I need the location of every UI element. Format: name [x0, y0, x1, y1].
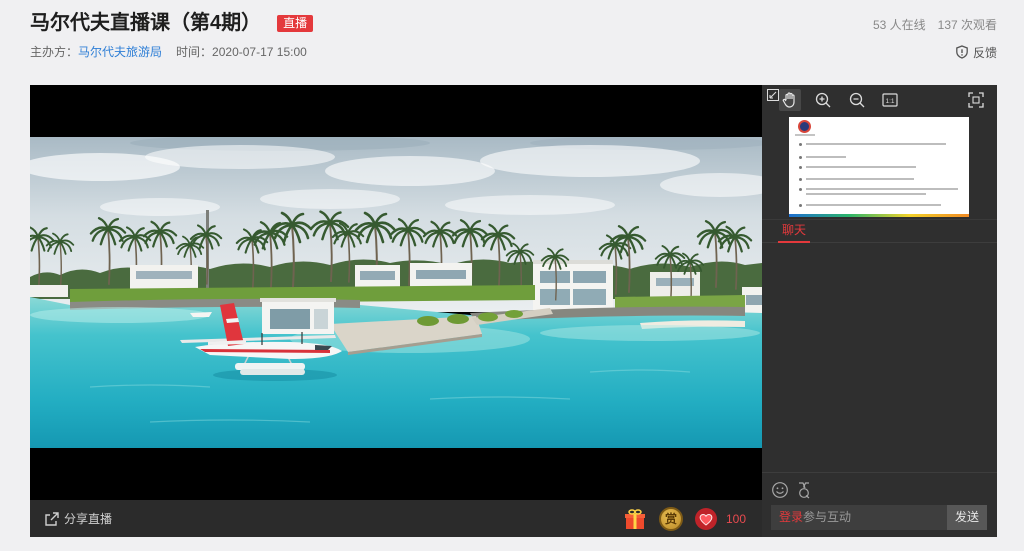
actual-size-icon: 1:1 — [882, 93, 898, 107]
start-time: 2020-07-17 15:00 — [212, 45, 307, 59]
tab-chat[interactable]: 聊天 — [778, 220, 811, 243]
video-frame[interactable] — [30, 137, 762, 448]
gift-icon[interactable] — [624, 508, 646, 530]
chat-composer: 登录参与互动 发送 — [762, 472, 997, 537]
slide-text-line — [806, 204, 941, 206]
title-row: 马尔代夫直播课（第4期） 直播 — [30, 9, 314, 37]
engagement-actions: 赏 100 — [624, 500, 746, 537]
chat-tabs: 聊天 — [762, 219, 997, 243]
reward-coin-icon[interactable]: 赏 — [658, 506, 683, 531]
audience-stats: 53 人在线 137 次观看 — [873, 17, 997, 33]
slide-text-line — [806, 188, 958, 190]
chat-input-prompt: 参与互动 — [803, 510, 852, 524]
zoom-in-button[interactable] — [813, 90, 833, 110]
zoom-out-icon — [849, 92, 865, 108]
slide-bullet — [799, 188, 802, 191]
chat-input[interactable]: 登录参与互动 — [771, 505, 947, 530]
pan-tool-button[interactable] — [779, 89, 801, 111]
shrink-button[interactable] — [766, 88, 779, 101]
slide-text-line — [806, 193, 926, 195]
slide-bullet — [799, 178, 802, 181]
slide-thumbnail[interactable] — [789, 117, 969, 217]
medal-icon[interactable] — [795, 481, 813, 499]
live-badge: 直播 — [277, 14, 314, 32]
actual-size-label: 1:1 — [885, 98, 894, 105]
fullscreen-icon — [968, 92, 984, 108]
hand-icon — [782, 92, 795, 108]
slide-bullet — [799, 143, 802, 146]
zoom-in-icon — [815, 92, 831, 108]
feedback-label: 反馈 — [972, 45, 997, 60]
share-icon — [45, 511, 59, 526]
share-live-button[interactable]: 分享直播 — [44, 500, 112, 537]
share-label: 分享直播 — [64, 512, 113, 526]
send-button[interactable]: 发送 — [947, 505, 987, 530]
chat-messages[interactable] — [762, 243, 997, 472]
jetty-pavilion — [260, 298, 336, 334]
shield-icon — [956, 45, 968, 59]
slide-bullet — [799, 166, 802, 169]
slide-bullet — [799, 204, 802, 207]
emoji-icon[interactable] — [771, 481, 789, 499]
online-count: 53 人在线 — [872, 18, 926, 32]
slide-bullet — [799, 156, 802, 159]
heart-icon[interactable] — [694, 507, 718, 531]
fullscreen-button[interactable] — [966, 90, 986, 110]
slide-text-line — [806, 166, 916, 168]
shrink-icon — [766, 88, 779, 101]
time-label: 时间： — [176, 45, 213, 59]
zoom-out-button[interactable] — [847, 90, 867, 110]
slide-text-line — [806, 178, 914, 180]
slide-logo-caption — [795, 134, 815, 136]
video-player[interactable]: 分享直播 赏 100 — [30, 85, 762, 537]
slide-footer-strip — [789, 214, 969, 217]
side-panel: 1:1 聊天 登录参与互动 发送 — [762, 85, 997, 537]
player-control-bar: 分享直播 赏 100 — [30, 500, 762, 537]
login-link[interactable]: 登录 — [779, 510, 803, 524]
slide-logo — [798, 120, 811, 133]
organizer-link[interactable]: 马尔代夫旅游局 — [78, 45, 162, 59]
course-meta: 主办方：马尔代夫旅游局 时间：2020-07-17 15:00 — [30, 44, 307, 60]
like-count: 100 — [725, 511, 746, 526]
feedback-button[interactable]: 反馈 — [955, 44, 997, 60]
slide-text-line — [806, 156, 846, 158]
organizer-label: 主办方： — [30, 45, 79, 59]
live-stage: 分享直播 赏 100 1:1 聊天 登录参与互动 发送 — [30, 85, 997, 537]
slide-text-line — [806, 143, 946, 145]
view-count: 137 次观看 — [937, 18, 997, 32]
actual-size-button[interactable]: 1:1 — [880, 90, 900, 110]
page-title: 马尔代夫直播课（第4期） — [30, 12, 262, 34]
